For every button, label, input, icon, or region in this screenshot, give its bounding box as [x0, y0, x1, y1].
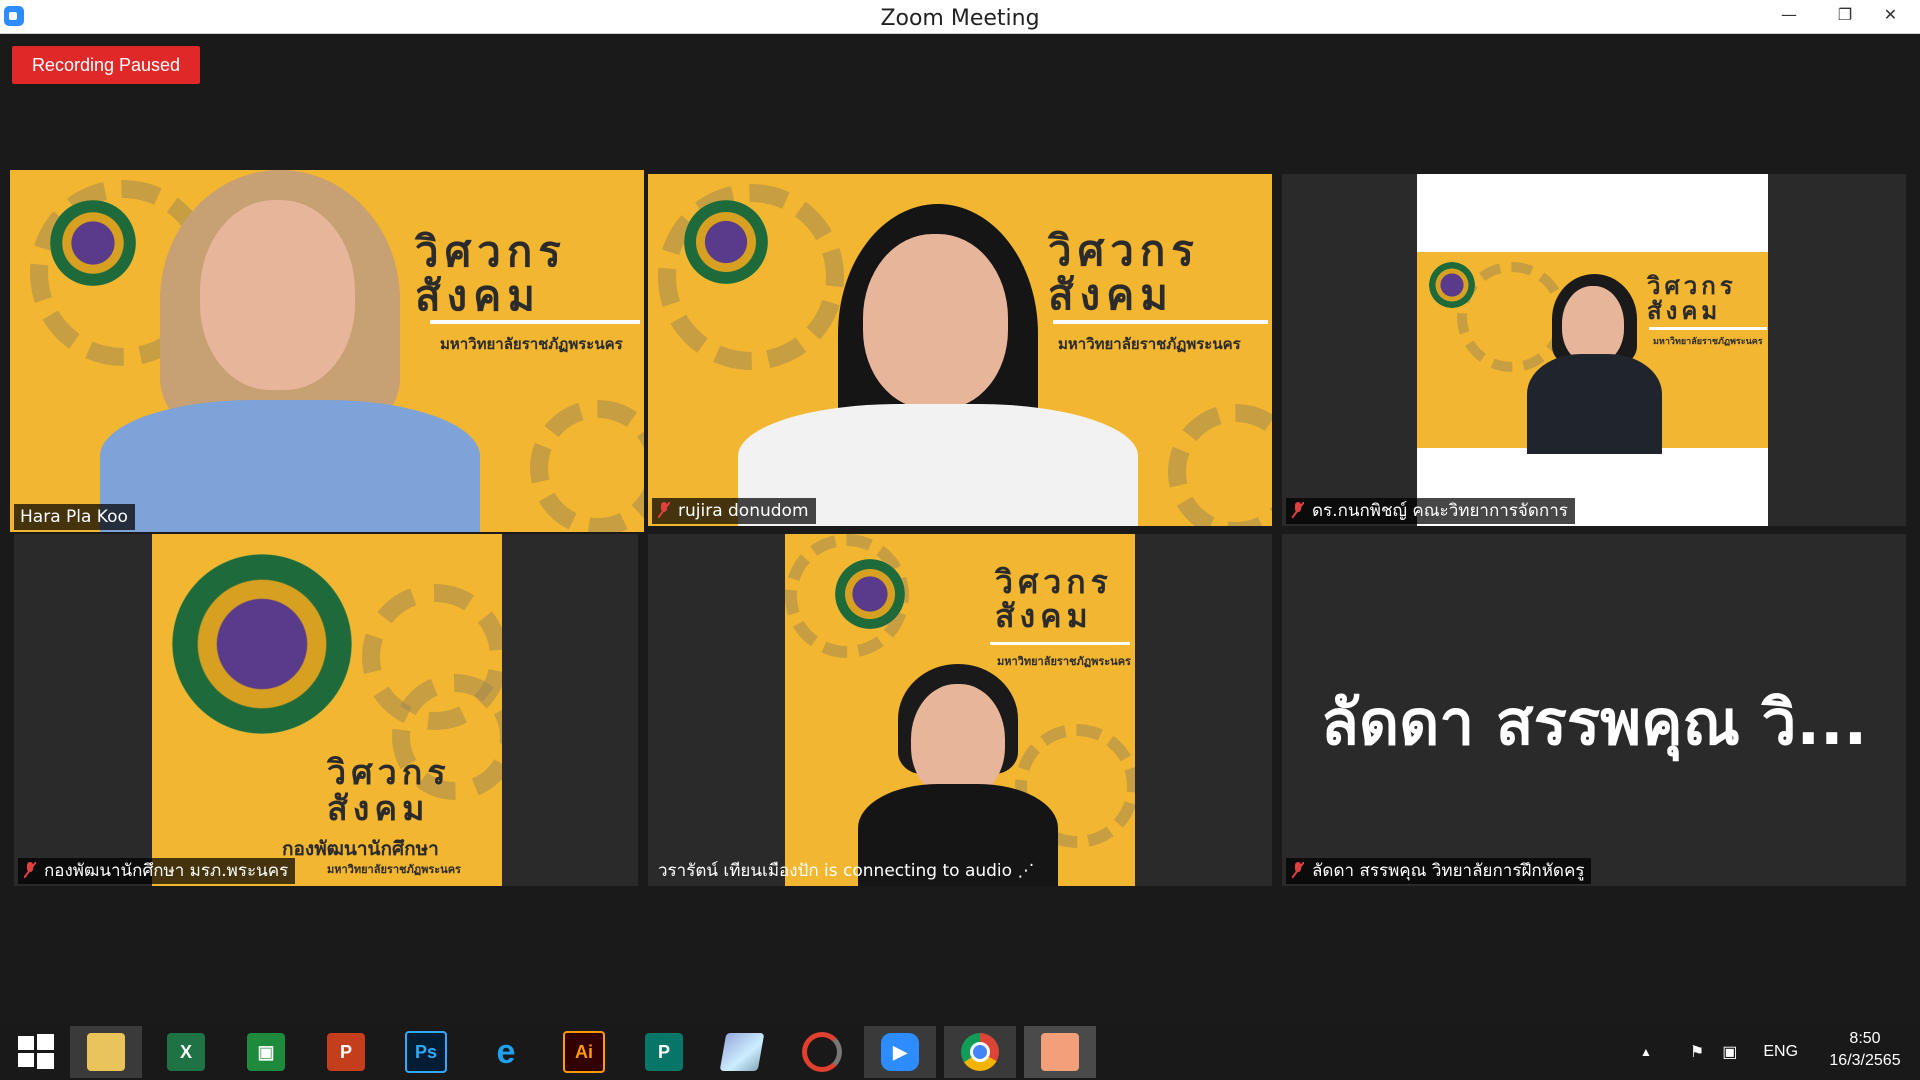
action-center-flag-icon[interactable]: ⚑: [1690, 1042, 1704, 1062]
taskbar-zoom[interactable]: ▶: [864, 1026, 936, 1078]
banner-headline: วิศวกร สังคม: [327, 753, 451, 829]
banner-headline: วิศวกร สังคม: [1048, 226, 1200, 320]
taskbar-image-viewer[interactable]: [1024, 1026, 1096, 1078]
language-indicator[interactable]: ENG: [1763, 1043, 1798, 1061]
close-button[interactable]: ✕: [1861, 0, 1920, 33]
file-explorer-icon: [87, 1033, 125, 1071]
powerpoint-icon: P: [327, 1033, 365, 1071]
taskbar-photoshop[interactable]: Ps: [390, 1026, 462, 1078]
banner-headline: วิศวกร สังคม: [415, 227, 567, 321]
taskbar-publisher[interactable]: P: [628, 1026, 700, 1078]
illustrator-icon: Ai: [563, 1031, 605, 1073]
virtual-background: วิศวกร สังคม กองพัฒนานักศึกษา มหาวิทยาลัย…: [152, 534, 502, 886]
image-viewer-icon: [1041, 1033, 1079, 1071]
microphone-muted-icon: [1292, 862, 1304, 878]
taskbar-illustrator[interactable]: Ai: [548, 1026, 620, 1078]
network-icon[interactable]: ▣: [1722, 1042, 1737, 1062]
video-tile-1[interactable]: วิศวกร สังคม มหาวิทยาลัยราชภัฏพระนคร Hara…: [10, 170, 644, 532]
university-logo: [835, 559, 905, 629]
participant-name: ดร.กนกพิชญ์ คณะวิทยาการจัดการ: [1286, 498, 1575, 524]
participant-video: วิศวกร สังคม มหาวิทยาลัยราชภัฏพระนคร: [1417, 174, 1768, 526]
zoom-icon: ▶: [881, 1033, 919, 1071]
participant-name: Hara Pla Koo: [14, 504, 135, 530]
university-logo: [1429, 262, 1475, 308]
taskbar-internet-explorer[interactable]: e: [470, 1026, 542, 1078]
start-button[interactable]: [0, 1026, 72, 1078]
photoshop-icon: Ps: [405, 1031, 447, 1073]
participant-display-name: ลัดดา สรรพคุณ วิ...: [1320, 686, 1868, 759]
university-logo: [50, 200, 136, 286]
video-tile-6[interactable]: ลัดดา สรรพคุณ วิ... ลัดดา สรรพคุณ วิทยาล…: [1282, 534, 1906, 886]
minimize-button[interactable]: —: [1761, 0, 1817, 33]
taskbar-excel[interactable]: X: [150, 1026, 222, 1078]
video-tile-5[interactable]: วิศวกร สังคม มหาวิทยาลัยราชภัฏพระนคร วราร…: [648, 534, 1272, 886]
banner-university: มหาวิทยาลัยราชภัฏพระนคร: [997, 655, 1131, 668]
photoscape-icon: [802, 1032, 842, 1072]
video-tile-4[interactable]: วิศวกร สังคม กองพัฒนานักศึกษา มหาวิทยาลัย…: [14, 534, 638, 886]
excel-icon: X: [167, 1033, 205, 1071]
microphone-muted-icon: [24, 862, 36, 878]
title-bar: Zoom Meeting — ❐ ✕: [0, 0, 1920, 34]
university-seal: [172, 554, 352, 734]
chrome-icon: [961, 1033, 999, 1071]
banner-university: มหาวิทยาลัยราชภัฏพระนคร: [1653, 337, 1763, 347]
participant-name: rujira donudom: [652, 498, 816, 524]
store-icon: ▣: [247, 1033, 285, 1071]
banner-university: มหาวิทยาลัยราชภัฏพระนคร: [327, 863, 461, 876]
show-hidden-icons-icon[interactable]: ▲: [1640, 1045, 1652, 1059]
participant-name: ลัดดา สรรพคุณ วิทยาลัยการฝึกหัดครู: [1286, 858, 1592, 884]
microphone-muted-icon: [658, 502, 670, 518]
video-tile-3[interactable]: วิศวกร สังคม มหาวิทยาลัยราชภัฏพระนคร ดร.ก…: [1282, 174, 1906, 526]
internet-explorer-icon: e: [496, 1032, 516, 1071]
publisher-icon: P: [645, 1033, 683, 1071]
banner-headline: วิศวกร สังคม: [1647, 272, 1737, 326]
taskbar-chrome[interactable]: [944, 1026, 1016, 1078]
system-tray: ▲ ⚑ ▣ ENG: [1640, 1024, 1798, 1080]
participant-name: กองพัฒนานักศึกษา มรภ.พระนคร: [18, 858, 296, 884]
taskbar-powerpoint[interactable]: P: [310, 1026, 382, 1078]
microphone-muted-icon: [1292, 502, 1304, 518]
taskbar-store[interactable]: ▣: [230, 1026, 302, 1078]
window-title: Zoom Meeting: [880, 6, 1040, 31]
clock-time: 8:50: [1849, 1030, 1881, 1047]
clock[interactable]: 8:50 16/3/2565: [1820, 1028, 1910, 1072]
taskbar: X ▣ P Ps e Ai P ▶ ▲ ⚑ ▣ ENG 8:50 16/3/25…: [0, 1024, 1920, 1080]
windows-start-icon: [18, 1034, 54, 1069]
participant-name: วรารัตน์ เทียนเมืองปัก is connecting to …: [658, 861, 1035, 881]
taskbar-file-explorer[interactable]: [70, 1026, 142, 1078]
notepad-icon: [719, 1033, 765, 1071]
video-tile-2[interactable]: วิศวกร สังคม มหาวิทยาลัยราชภัฏพระนคร ruji…: [648, 174, 1272, 526]
banner-university: มหาวิทยาลัยราชภัฏพระนคร: [1058, 335, 1241, 353]
recording-paused-badge[interactable]: Recording Paused: [12, 46, 200, 84]
banner-headline: วิศวกร สังคม: [995, 563, 1113, 635]
university-logo: [684, 200, 768, 284]
taskbar-notepad[interactable]: [706, 1026, 778, 1078]
banner-university: มหาวิทยาลัยราชภัฏพระนคร: [440, 335, 623, 353]
clock-date: 16/3/2565: [1829, 1052, 1901, 1069]
taskbar-photoscape[interactable]: [786, 1026, 858, 1078]
